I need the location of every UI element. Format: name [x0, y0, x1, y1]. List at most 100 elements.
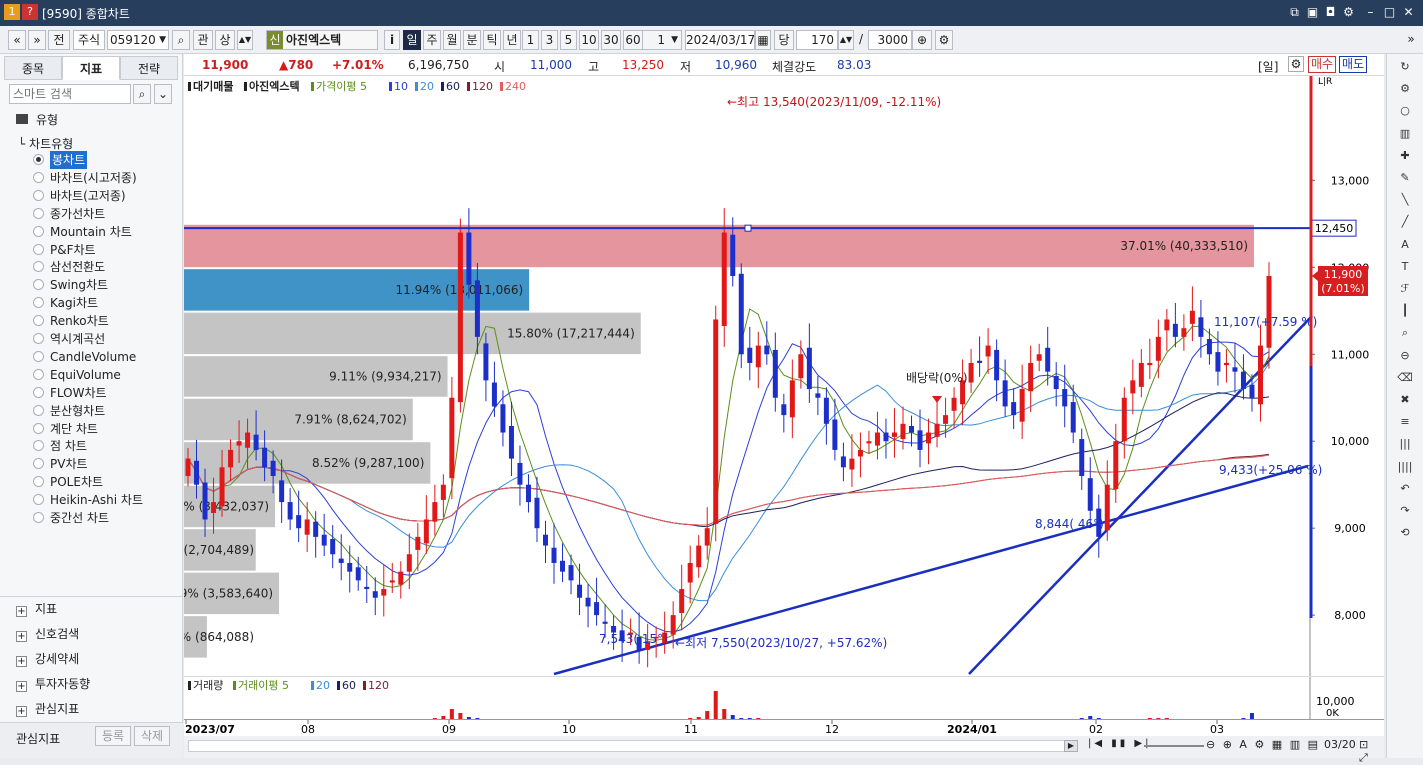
jeon-button[interactable]: 전 [48, 30, 70, 50]
chart-type-radio[interactable] [33, 350, 44, 362]
volume-chart[interactable]: 거래량 거래이평 5 20 60 120 10,000 0K [184, 676, 1384, 721]
view-count-input[interactable]: 170 [796, 30, 838, 50]
chart-type-item[interactable]: Swing차트 [50, 276, 108, 294]
gear-icon[interactable]: ⚙ [1340, 5, 1357, 20]
zoom-slider[interactable] [1144, 745, 1204, 747]
chart-type-item[interactable]: 봉차트 [50, 151, 88, 169]
chart-type-item[interactable]: Renko차트 [50, 312, 109, 330]
chart-type-item[interactable]: Kagi차트 [50, 294, 98, 312]
chart-type-item[interactable]: P&F차트 [50, 241, 96, 259]
prev-button[interactable]: « [8, 30, 26, 50]
volume-legend-item[interactable]: 60 [342, 679, 356, 692]
chart-type-radio[interactable] [33, 279, 44, 291]
expand-icon[interactable]: + [16, 656, 27, 667]
hline-handle[interactable] [744, 224, 752, 232]
chart-type-radio[interactable] [33, 207, 44, 219]
volume-legend-item[interactable]: 20 [316, 679, 330, 692]
code-input[interactable]: 059120 ▼ [107, 30, 169, 50]
max-count-input[interactable]: 3000 [868, 30, 912, 50]
chart-type-radio[interactable] [33, 494, 44, 506]
scroll-track[interactable] [188, 740, 1078, 752]
settings-icon[interactable]: ⚙ [935, 30, 953, 50]
legend-item[interactable]: 240 [505, 80, 526, 93]
chart-type-item[interactable]: 중간선 차트 [50, 509, 109, 527]
candle-icon[interactable]: ┃ [1395, 302, 1415, 320]
close-icon[interactable]: ✕ [1400, 5, 1417, 20]
legend-item[interactable]: 가격이평 5 [316, 80, 367, 93]
next-button[interactable]: » [28, 30, 46, 50]
zoomout-icon[interactable]: ⊖ [1395, 347, 1415, 365]
pen-icon[interactable]: ✎ [1395, 169, 1415, 187]
sell-button[interactable]: 매도 [1339, 56, 1368, 73]
chart-type-radio[interactable] [33, 512, 44, 523]
chart-type-radio[interactable] [33, 261, 44, 273]
section-4[interactable]: + 관심지표 [16, 699, 79, 719]
maximize-icon[interactable]: □ [1381, 5, 1398, 20]
chart-type-item[interactable]: 종가선차트 [50, 205, 105, 223]
tab-indicator[interactable]: 지표 [62, 56, 120, 80]
redo-icon[interactable]: ↷ [1395, 502, 1415, 520]
expand-icon[interactable]: + [16, 706, 27, 717]
gwan-button[interactable]: 관 [193, 30, 213, 50]
chevron-down-icon[interactable]: ▼ [671, 31, 678, 49]
chart-icon[interactable]: ▥ [1395, 125, 1415, 143]
section-0[interactable]: + 지표 [16, 599, 57, 619]
reset-icon[interactable]: ⟲ [1395, 524, 1415, 542]
legend-item[interactable]: 20 [420, 80, 434, 93]
chart-type-radio[interactable] [33, 154, 44, 165]
volume-legend-item[interactable]: 거래이평 5 [238, 679, 289, 692]
chart-type-radio[interactable] [33, 440, 44, 452]
chart-type-radio[interactable] [33, 368, 44, 380]
undo-icon[interactable]: ↶ [1395, 480, 1415, 498]
corner-icons[interactable]: ⊡ ⤢ [1359, 738, 1384, 765]
dang-button[interactable]: 당 [774, 30, 794, 50]
legend-item[interactable]: 대기매물 [193, 79, 233, 93]
legend-item[interactable]: 10 [394, 80, 408, 93]
text-icon[interactable]: T [1395, 258, 1415, 276]
chevron-down-icon[interactable]: ▼ [159, 31, 166, 49]
crosshair-icon[interactable]: ✚ [1395, 147, 1415, 165]
circle-icon[interactable]: ○ [1395, 102, 1415, 120]
interval-button-5[interactable]: 60 [623, 30, 643, 50]
chart-type-radio[interactable] [33, 297, 44, 309]
chart-type-item[interactable]: 점 차트 [50, 437, 87, 455]
chart-type-item[interactable]: CandleVolume [50, 348, 136, 366]
search-icon[interactable]: ⌕ [133, 84, 151, 104]
zoom-add-icon[interactable]: ⊕ [912, 30, 932, 50]
chart-type-item[interactable]: Mountain 차트 [50, 223, 132, 241]
chart-type-radio[interactable] [33, 422, 44, 434]
period-tab-2[interactable]: 월 [443, 30, 461, 50]
help-icon[interactable]: ? [22, 4, 38, 20]
chart-type-radio[interactable] [33, 386, 44, 398]
tab-strategy[interactable]: 전략 [120, 56, 178, 80]
chart-type-radio[interactable] [33, 171, 44, 183]
chart-type-item[interactable]: 바차트(시고저종) [50, 169, 137, 187]
expand-icon[interactable]: + [16, 631, 27, 642]
interval-button-0[interactable]: 1 [522, 30, 539, 50]
chart-type-item[interactable]: PV차트 [50, 455, 88, 473]
line-icon[interactable]: ╲ [1395, 191, 1415, 209]
fibo-icon[interactable]: ℱ [1395, 280, 1415, 298]
chart-type-radio[interactable] [33, 315, 44, 327]
minimize-icon[interactable]: – [1362, 5, 1379, 20]
chart-type-radio[interactable] [33, 225, 44, 237]
chart-type-item[interactable]: 삼선전환도 [50, 258, 105, 276]
section-2[interactable]: + 강세약세 [16, 649, 79, 669]
volume-legend-item[interactable]: 거래량 [193, 679, 223, 692]
interval-button-4[interactable]: 30 [601, 30, 621, 50]
register-button[interactable]: 등록 [95, 726, 131, 746]
auto-icon[interactable]: A [1395, 236, 1415, 254]
chart-type-item[interactable]: 역시계곡선 [50, 330, 105, 348]
link-icon[interactable]: ⧉ [1286, 5, 1303, 20]
period-tab-5[interactable]: 년 [503, 30, 521, 50]
chart-scrollbar[interactable]: ▶ |◀ ▮▮ ▶| ⊖ ⊕ A ⚙ ▦ ▥ ▤ 03/20 ⊡ ⤢ [184, 736, 1384, 764]
chart-type-item[interactable]: POLE차트 [50, 473, 103, 491]
volume-chart-svg[interactable]: 거래량 거래이평 5 20 60 120 10,000 0K [184, 677, 1384, 721]
gear-icon[interactable]: ⚙ [1288, 56, 1304, 72]
expand-icon[interactable]: + [16, 606, 27, 617]
chart-type-item[interactable]: 계단 차트 [50, 420, 98, 438]
stock-name-field[interactable]: 신 아진엑스텍 [266, 30, 378, 50]
buy-button[interactable]: 매수 [1308, 56, 1337, 73]
spin-icon[interactable]: ▲▼ [237, 30, 253, 50]
scroll-right-icon[interactable]: ▶ [1064, 740, 1078, 752]
